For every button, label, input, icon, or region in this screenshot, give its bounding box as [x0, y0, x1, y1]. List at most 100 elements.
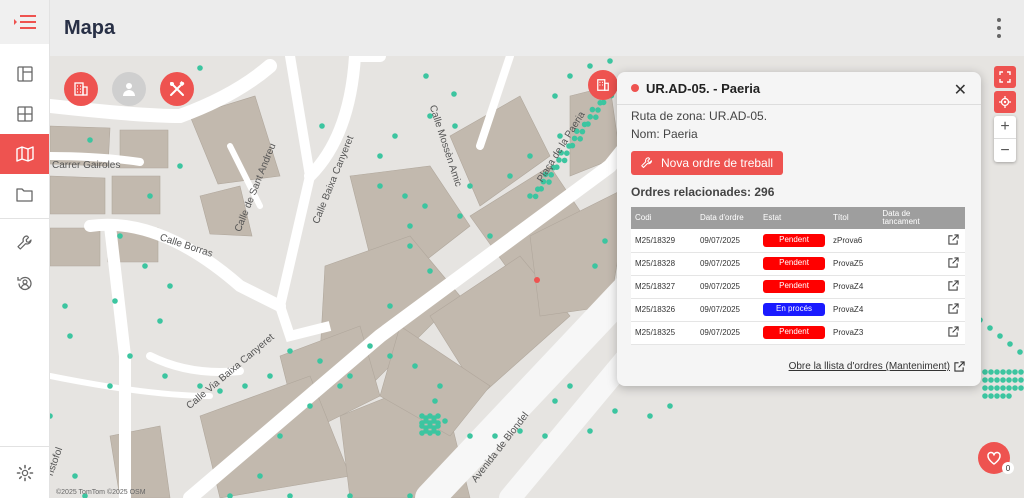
- asset-marker[interactable]: [423, 73, 429, 79]
- asset-marker[interactable]: [167, 283, 173, 289]
- asset-marker[interactable]: [435, 413, 441, 419]
- asset-marker[interactable]: [387, 353, 393, 359]
- asset-marker[interactable]: [597, 100, 603, 106]
- zoom-out-button[interactable]: −: [994, 139, 1016, 162]
- asset-marker[interactable]: [277, 433, 283, 439]
- asset-marker[interactable]: [997, 333, 1003, 339]
- asset-marker[interactable]: [67, 333, 73, 339]
- asset-marker[interactable]: [579, 128, 586, 135]
- asset-marker[interactable]: [1000, 377, 1006, 383]
- asset-marker[interactable]: [435, 423, 441, 429]
- asset-marker[interactable]: [412, 363, 418, 369]
- asset-marker[interactable]: [407, 493, 413, 498]
- close-button[interactable]: ✕: [954, 80, 967, 100]
- column-header[interactable]: Data d'ordre: [695, 207, 760, 229]
- asset-marker[interactable]: [1007, 341, 1013, 347]
- asset-marker[interactable]: [427, 268, 433, 274]
- asset-marker[interactable]: [387, 303, 393, 309]
- asset-marker[interactable]: [127, 353, 133, 359]
- open-order-button[interactable]: [941, 275, 965, 299]
- asset-marker[interactable]: [347, 373, 353, 379]
- asset-marker[interactable]: [435, 430, 441, 436]
- asset-marker[interactable]: [542, 433, 548, 439]
- asset-marker[interactable]: [402, 193, 408, 199]
- fullscreen-button[interactable]: [994, 66, 1016, 88]
- asset-marker[interactable]: [988, 385, 994, 391]
- open-order-button[interactable]: [941, 298, 965, 322]
- asset-marker[interactable]: [319, 123, 325, 129]
- asset-marker[interactable]: [1006, 385, 1012, 391]
- asset-marker[interactable]: [552, 398, 558, 404]
- asset-marker[interactable]: [1006, 393, 1012, 399]
- open-order-button[interactable]: [941, 229, 965, 253]
- column-header[interactable]: Estat: [759, 207, 830, 229]
- asset-marker[interactable]: [593, 114, 599, 120]
- asset-marker[interactable]: [1000, 393, 1006, 399]
- asset-marker[interactable]: [50, 413, 53, 419]
- open-order-button[interactable]: [941, 321, 965, 345]
- asset-marker[interactable]: [994, 393, 1000, 399]
- asset-marker[interactable]: [527, 153, 533, 159]
- asset-marker[interactable]: [987, 325, 993, 331]
- asset-marker[interactable]: [1012, 369, 1018, 375]
- buildings-layer-button[interactable]: [64, 72, 98, 106]
- asset-marker[interactable]: [587, 63, 593, 69]
- asset-marker[interactable]: [317, 358, 323, 364]
- asset-marker[interactable]: [62, 303, 68, 309]
- asset-marker[interactable]: [422, 203, 428, 209]
- asset-marker[interactable]: [147, 193, 153, 199]
- zoom-in-button[interactable]: +: [994, 116, 1016, 139]
- asset-marker[interactable]: [1018, 369, 1024, 375]
- asset-marker[interactable]: [607, 58, 613, 64]
- asset-marker[interactable]: [307, 403, 313, 409]
- asset-marker[interactable]: [577, 136, 583, 142]
- asset-marker[interactable]: [112, 298, 118, 304]
- asset-marker[interactable]: [452, 123, 458, 129]
- asset-marker[interactable]: [567, 73, 573, 79]
- new-work-order-button[interactable]: Nova ordre de treball: [631, 151, 784, 175]
- asset-marker[interactable]: [1012, 385, 1018, 391]
- asset-marker[interactable]: [982, 369, 988, 375]
- column-header[interactable]: Codi: [631, 207, 696, 229]
- asset-marker[interactable]: [177, 163, 183, 169]
- sidebar-item-grid[interactable]: [0, 94, 49, 134]
- asset-marker[interactable]: [107, 383, 113, 389]
- asset-marker[interactable]: [437, 383, 443, 389]
- asset-marker[interactable]: [567, 383, 573, 389]
- asset-marker[interactable]: [117, 233, 123, 239]
- asset-marker[interactable]: [227, 493, 233, 498]
- asset-marker[interactable]: [994, 377, 1000, 383]
- asset-marker[interactable]: [982, 385, 988, 391]
- asset-marker[interactable]: [1012, 377, 1018, 383]
- users-layer-button[interactable]: [112, 72, 146, 106]
- asset-marker[interactable]: [267, 373, 273, 379]
- column-header[interactable]: Data de tancament: [878, 207, 942, 229]
- open-order-button[interactable]: [941, 252, 965, 276]
- asset-marker[interactable]: [647, 413, 653, 419]
- asset-marker[interactable]: [87, 137, 93, 143]
- asset-marker[interactable]: [377, 153, 383, 159]
- menu-toggle-button[interactable]: [0, 0, 49, 44]
- settings-button[interactable]: [0, 446, 50, 498]
- asset-marker[interactable]: [535, 186, 541, 192]
- selected-zone-marker[interactable]: [588, 70, 618, 100]
- asset-marker[interactable]: [561, 157, 568, 164]
- asset-marker[interactable]: [602, 238, 608, 244]
- asset-marker[interactable]: [142, 263, 148, 269]
- asset-marker[interactable]: [287, 348, 293, 354]
- asset-marker[interactable]: [589, 106, 596, 113]
- column-header[interactable]: Títol: [829, 207, 879, 229]
- asset-marker[interactable]: [157, 318, 163, 324]
- more-options-button[interactable]: [996, 18, 1002, 38]
- asset-marker[interactable]: [552, 93, 558, 99]
- asset-marker[interactable]: [507, 173, 513, 179]
- asset-marker[interactable]: [442, 418, 448, 424]
- asset-marker[interactable]: [1018, 377, 1024, 383]
- asset-marker[interactable]: [527, 193, 533, 199]
- open-orders-list-link[interactable]: Obre la llista d'ordres (Manteniment): [789, 361, 965, 372]
- asset-marker[interactable]: [667, 403, 673, 409]
- asset-marker[interactable]: [257, 473, 263, 479]
- asset-marker[interactable]: [377, 183, 383, 189]
- sidebar-item-maintenance[interactable]: [0, 223, 49, 263]
- asset-marker[interactable]: [287, 493, 293, 498]
